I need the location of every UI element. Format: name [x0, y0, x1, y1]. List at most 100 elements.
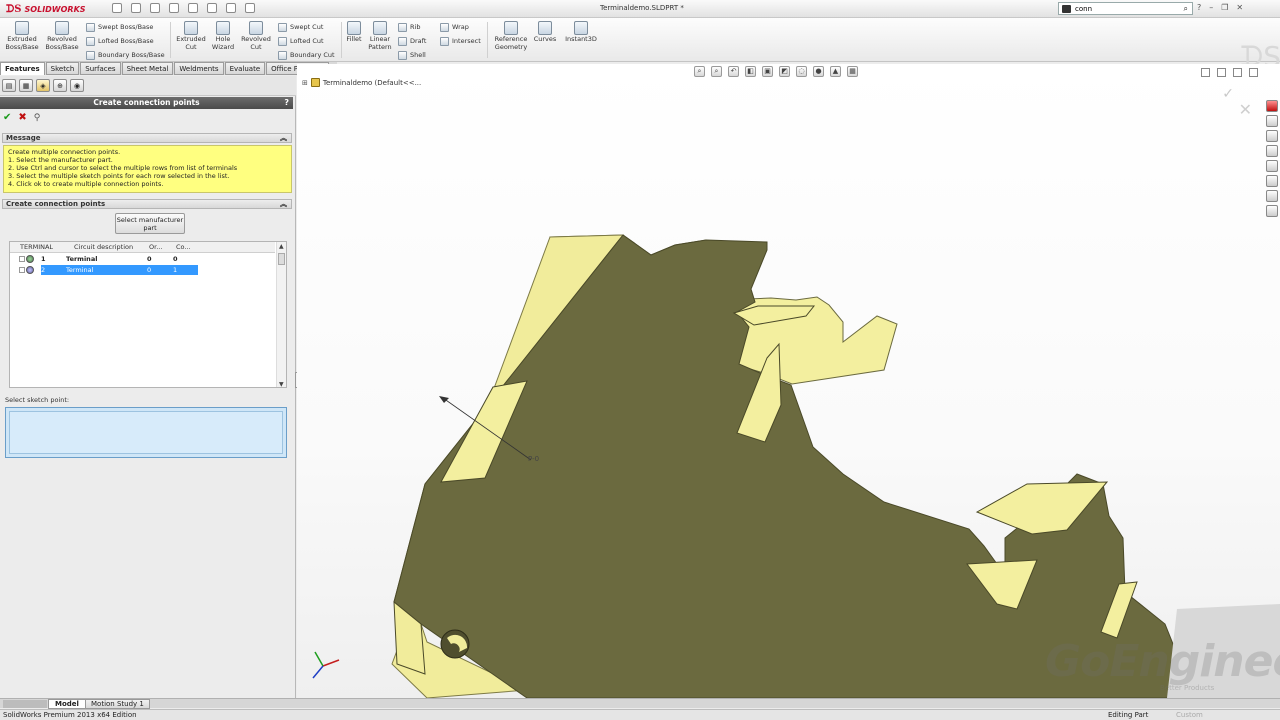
tab-weldments[interactable]: Weldments [174, 62, 224, 75]
tab-surfaces[interactable]: Surfaces [80, 62, 121, 75]
lofted-boss-button[interactable]: Lofted Boss/Base [86, 36, 154, 46]
file-explorer-icon[interactable] [1266, 130, 1278, 142]
appearances-icon[interactable] [1266, 175, 1278, 187]
reference-geometry-button[interactable]: Reference Geometry [490, 21, 532, 51]
minimize-icon[interactable]: – [1209, 3, 1213, 12]
pin-icon[interactable]: ⚲ [34, 112, 41, 124]
close-icon[interactable]: ✕ [1236, 3, 1243, 12]
col-terminal[interactable]: TERMINAL [20, 243, 65, 251]
part-name[interactable]: Terminaldemo (Default<<... [323, 79, 421, 87]
electrical-icon[interactable] [1266, 205, 1278, 217]
property-manager-icon[interactable]: ▦ [19, 79, 33, 92]
edit-appearance-icon[interactable]: ● [813, 66, 824, 77]
restore-icon[interactable]: ❐ [1221, 3, 1228, 12]
vp-minimize-icon[interactable] [1233, 68, 1242, 77]
sketch-point-selection-box[interactable] [5, 407, 287, 458]
intersect-button[interactable]: Intersect [440, 36, 481, 46]
terminal-list[interactable]: TERMINAL Circuit description Or... Co...… [9, 241, 287, 388]
wrap-button[interactable]: Wrap [440, 22, 469, 32]
tab-features[interactable]: Features [0, 62, 45, 75]
options-icon[interactable] [245, 3, 255, 13]
scroll-up-icon[interactable]: ▲ [279, 243, 284, 250]
lofted-cut-button[interactable]: Lofted Cut [278, 36, 324, 46]
vp-maximize-icon[interactable] [1249, 68, 1258, 77]
zoom-to-area-icon[interactable]: ⌕ [711, 66, 722, 77]
configuration-manager-icon[interactable]: ◈ [36, 79, 50, 92]
boundary-cut-button[interactable]: Boundary Cut [278, 50, 335, 60]
boundary-boss-button[interactable]: Boundary Boss/Base [86, 50, 165, 60]
scroll-down-icon[interactable]: ▼ [279, 381, 284, 387]
graphics-area[interactable]: P-0 ⊞ Terminaldemo (Default<<... ⌕ ⌕ ↶ ◧… [297, 64, 1280, 698]
open-icon[interactable] [131, 3, 141, 13]
custom-properties-icon[interactable] [1266, 190, 1278, 202]
confirmation-ok-icon[interactable]: ✓ [1222, 86, 1234, 102]
solidworks-resources-icon[interactable] [1266, 100, 1278, 112]
search-input[interactable] [1075, 4, 1175, 13]
collapse-icon[interactable]: ︽ [280, 134, 287, 142]
selection-box-inner[interactable] [9, 411, 283, 454]
zoom-to-fit-icon[interactable]: ⌕ [694, 66, 705, 77]
connection-points-group-header[interactable]: Create connection points ︽ [2, 199, 292, 209]
search-box[interactable]: ⌕ [1058, 2, 1193, 15]
confirmation-cancel-icon[interactable]: ✕ [1239, 100, 1252, 119]
expand-box-icon[interactable] [19, 256, 25, 262]
shell-button[interactable]: Shell [398, 50, 426, 60]
linear-pattern-button[interactable]: Linear Pattern [362, 21, 398, 51]
view-orientation-icon[interactable]: ▣ [762, 66, 773, 77]
apply-scene-icon[interactable]: ▲ [830, 66, 841, 77]
scroll-thumb[interactable] [278, 253, 285, 265]
collapse-icon[interactable]: ︽ [280, 200, 287, 208]
extruded-cut-button[interactable]: Extruded Cut [173, 21, 209, 51]
part-model[interactable]: P-0 [297, 64, 1280, 698]
new-icon[interactable] [112, 3, 122, 13]
extruded-boss-button[interactable]: Extruded Boss/Base [4, 21, 40, 51]
select-icon[interactable] [207, 3, 217, 13]
section-view-icon[interactable]: ◧ [745, 66, 756, 77]
table-row[interactable]: 1 Terminal 0 0 [10, 254, 275, 264]
message-group-header[interactable]: Message ︽ [2, 133, 292, 143]
draft-button[interactable]: Draft [398, 36, 426, 46]
feature-tree-flyout[interactable]: ⊞ Terminaldemo (Default<<... [302, 78, 421, 87]
expand-icon[interactable]: ⊞ [302, 79, 308, 87]
tab-navigation[interactable] [3, 700, 47, 708]
search-icon[interactable]: ⌕ [1184, 4, 1188, 14]
tab-sketch[interactable]: Sketch [45, 62, 80, 75]
save-icon[interactable] [150, 3, 160, 13]
display-style-icon[interactable]: ◩ [779, 66, 790, 77]
print-icon[interactable] [169, 3, 179, 13]
rebuild-icon[interactable] [226, 3, 236, 13]
rib-button[interactable]: Rib [398, 22, 420, 32]
col-connection[interactable]: Co... [176, 243, 198, 251]
feature-manager-icon[interactable]: ▤ [2, 79, 16, 92]
expand-box-icon[interactable] [19, 267, 25, 273]
undo-icon[interactable] [188, 3, 198, 13]
hole-wizard-button[interactable]: Hole Wizard [205, 21, 241, 51]
revolved-cut-button[interactable]: Revolved Cut [238, 21, 274, 51]
hide-show-items-icon[interactable]: ◌ [796, 66, 807, 77]
select-manufacturer-part-button[interactable]: Select manufacturer part [115, 213, 185, 234]
ok-button[interactable]: ✔ [3, 112, 11, 124]
app-logo[interactable]: ᗪS SOLIDWORKS [6, 3, 86, 15]
display-manager-icon[interactable]: ◉ [70, 79, 84, 92]
col-orientation[interactable]: Or... [149, 243, 173, 251]
view-settings-icon[interactable]: ▦ [847, 66, 858, 77]
sketch-point-label[interactable]: P-0 [528, 455, 539, 463]
curves-button[interactable]: Curves [527, 21, 563, 43]
cascade-icon[interactable] [1217, 68, 1226, 77]
design-library-icon[interactable] [1266, 115, 1278, 127]
revolved-boss-button[interactable]: Revolved Boss/Base [44, 21, 80, 51]
tab-model[interactable]: Model [48, 699, 86, 709]
cancel-button[interactable]: ✖ [18, 112, 26, 124]
list-scrollbar[interactable]: ▲ ▼ [276, 242, 286, 387]
tab-motion-study[interactable]: Motion Study 1 [85, 699, 150, 709]
swept-cut-button[interactable]: Swept Cut [278, 22, 323, 32]
view-palette-icon[interactable] [1266, 160, 1278, 172]
help-icon[interactable]: ? [284, 97, 289, 109]
tile-icon[interactable] [1201, 68, 1210, 77]
tab-evaluate[interactable]: Evaluate [224, 62, 266, 75]
help-icon[interactable]: ? [1197, 3, 1201, 12]
tab-sheet-metal[interactable]: Sheet Metal [121, 62, 174, 75]
previous-view-icon[interactable]: ↶ [728, 66, 739, 77]
col-circuit-description[interactable]: Circuit description [74, 243, 146, 251]
table-row-selected[interactable]: 2 Terminal 0 1 [10, 265, 275, 275]
